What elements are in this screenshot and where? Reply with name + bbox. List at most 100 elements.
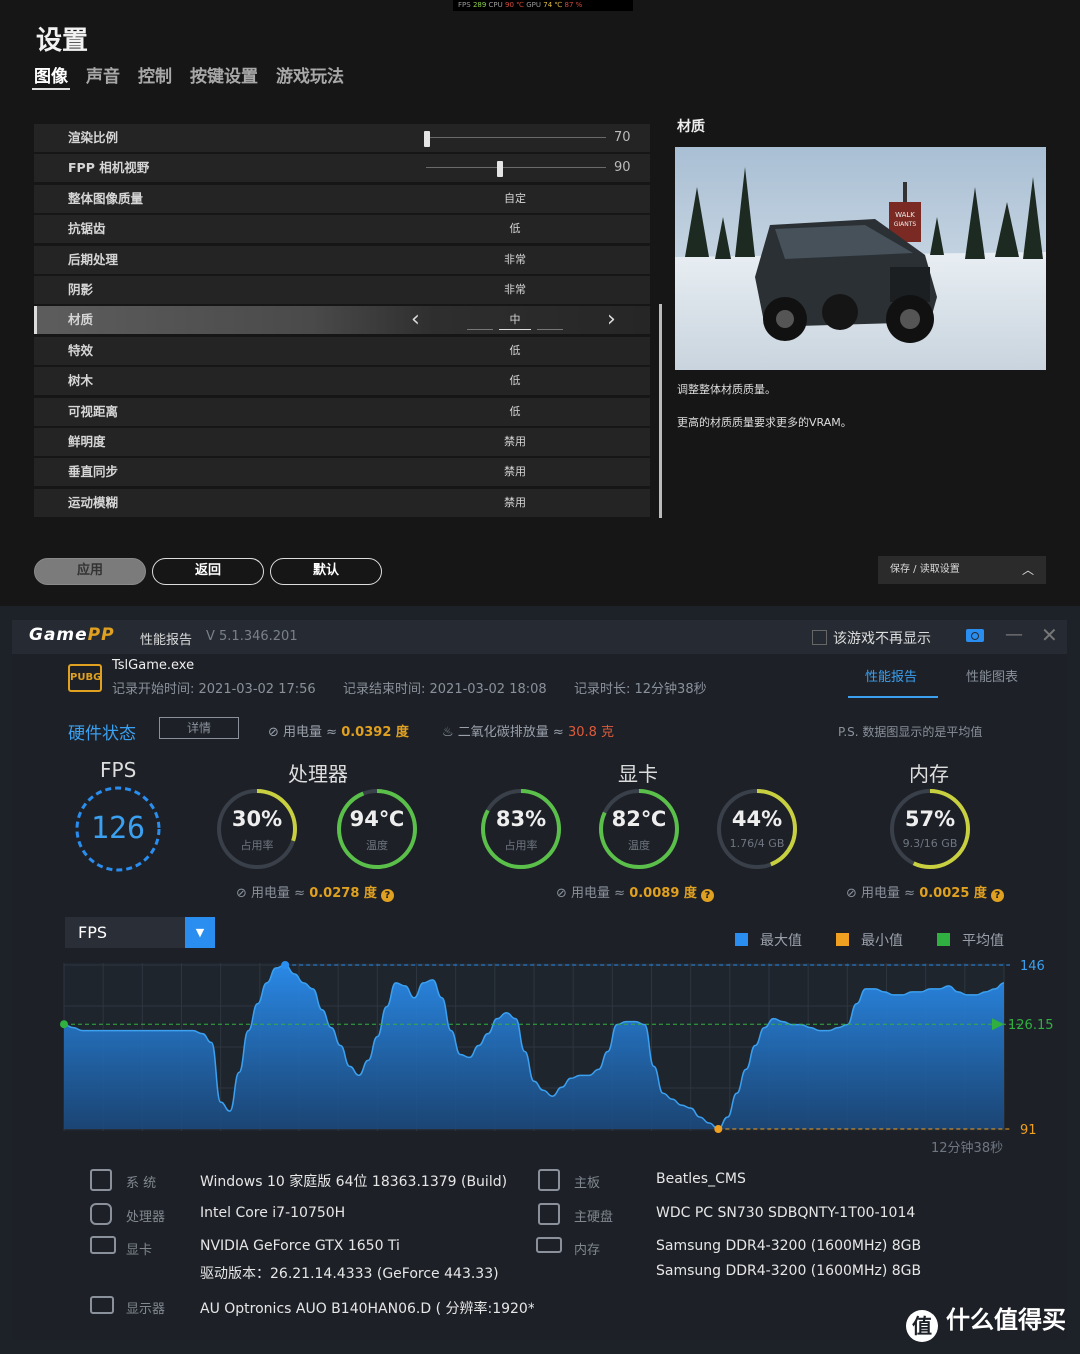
slider-track[interactable] bbox=[426, 137, 606, 138]
apply-button[interactable]: 应用 bbox=[34, 558, 146, 585]
section-gpu: 显卡 bbox=[618, 762, 658, 786]
mb-value: Beatles_CMS bbox=[656, 1171, 746, 1187]
tab-performance-report[interactable]: 性能报告 bbox=[865, 666, 917, 685]
close-icon[interactable]: ✕ bbox=[1041, 623, 1058, 647]
setting-label: FPP 相机视野 bbox=[68, 160, 150, 176]
setting-row[interactable]: 特效 低 bbox=[34, 336, 650, 365]
pubg-logo: PUBG bbox=[68, 664, 102, 692]
dropdown-arrow-icon[interactable]: ▼ bbox=[185, 917, 215, 948]
slider-track[interactable] bbox=[426, 167, 606, 169]
gauge: 57% 9.3/16 GB bbox=[887, 786, 973, 872]
setting-row[interactable]: 后期处理非常低 bbox=[34, 245, 650, 294]
default-button[interactable]: 默认 bbox=[270, 558, 382, 585]
tab-audio[interactable]: 声音 bbox=[86, 62, 120, 90]
camera-icon[interactable] bbox=[966, 629, 984, 642]
save-load-label: 保存 / 读取设置 bbox=[890, 564, 960, 575]
metric-select[interactable]: FPS ▼ bbox=[65, 917, 215, 948]
gpu-icon bbox=[90, 1236, 116, 1254]
setting-label: 鲜明度 bbox=[68, 434, 106, 449]
setting-row[interactable]: 抗锯齿 低 bbox=[34, 215, 650, 244]
gamepp-window: GamePP 性能报告 V 5.1.346.201 该游戏不再显示 — ✕ PU… bbox=[12, 620, 1067, 1340]
setting-label: 后期处理 bbox=[68, 251, 119, 267]
chart-duration: 12分钟38秒 bbox=[931, 1141, 1004, 1156]
chevron-right-icon[interactable]: › bbox=[607, 307, 616, 333]
setting-label: 可视距离 bbox=[68, 403, 119, 419]
cpu-label: CPU bbox=[488, 1, 503, 9]
tab-gameplay[interactable]: 游戏玩法 bbox=[276, 62, 344, 90]
max-label: 146 bbox=[1020, 959, 1045, 974]
dont-show-checkbox[interactable]: 该游戏不再显示 bbox=[812, 628, 931, 648]
avg-label: 126.15 bbox=[1008, 1018, 1054, 1033]
settings-tabs: 图像 声音 控制 按键设置 游戏玩法 bbox=[32, 62, 344, 90]
setting-row[interactable]: 整体图像质量自定义 bbox=[34, 184, 650, 233]
gauge-value: 30% bbox=[231, 807, 283, 831]
setting-value: 禁用 bbox=[504, 465, 526, 479]
mem-power-value: 0.0025 度 bbox=[919, 886, 987, 901]
setting-value: 低 bbox=[509, 374, 521, 388]
setting-row[interactable]: 材质中 ‹ › bbox=[34, 306, 650, 335]
setting-row[interactable]: 渲染比例 70 bbox=[34, 124, 650, 152]
setting-row[interactable]: 树木 低 bbox=[34, 367, 650, 396]
help-icon[interactable]: ? bbox=[380, 889, 394, 902]
slider-thumb[interactable] bbox=[424, 131, 430, 147]
setting-row[interactable]: 阴影非常低 bbox=[34, 276, 650, 324]
watermark-icon: 值 bbox=[906, 1310, 938, 1342]
disk-icon bbox=[538, 1203, 560, 1225]
tab-graphics[interactable]: 图像 bbox=[32, 62, 70, 90]
gauge-sub: 占用率 bbox=[504, 839, 538, 852]
record-start: 记录开始时间: 2021-03-02 17:56 bbox=[112, 682, 316, 697]
gauge-sub: 占用率 bbox=[240, 839, 274, 852]
record-length: 记录时长: 12分钟38秒 bbox=[574, 682, 707, 697]
setting-row[interactable]: 垂直同步 禁用 bbox=[34, 458, 650, 487]
gauge: 82℃ 温度 bbox=[596, 786, 682, 872]
chevron-left-icon[interactable]: ‹ bbox=[411, 307, 420, 333]
watermark-text: 什么值得买 bbox=[946, 1306, 1066, 1334]
slider-value: 70 bbox=[614, 130, 631, 145]
settings-scrollbar[interactable] bbox=[659, 304, 662, 518]
level-indicator bbox=[467, 329, 493, 331]
power-label: 用电量 ≈ bbox=[283, 725, 338, 740]
preview-image: WALK GIANTS bbox=[675, 147, 1046, 370]
mem-power: ⊘ 用电量 ≈ 0.0025 度? bbox=[846, 882, 1004, 902]
setting-row[interactable]: 鲜明度 禁用 bbox=[34, 428, 650, 456]
gauge-value: 44% bbox=[731, 807, 783, 831]
gpu-label: 显卡 bbox=[126, 1243, 153, 1258]
chevron-up-icon: ︿ bbox=[1021, 563, 1034, 577]
title-bar: GamePP 性能报告 V 5.1.346.201 该游戏不再显示 — ✕ bbox=[12, 620, 1067, 654]
save-load-dropdown[interactable]: 保存 / 读取设置 ︿ bbox=[878, 556, 1046, 584]
cpu-temp: 90 ℃ bbox=[505, 1, 525, 9]
gauge-sub: 温度 bbox=[366, 839, 388, 852]
power-info: ⊘ 用电量 ≈ 0.0392 度 bbox=[268, 721, 409, 740]
help-icon[interactable]: ? bbox=[990, 889, 1004, 902]
fps-label: FPS bbox=[458, 1, 471, 9]
minimize-icon[interactable]: — bbox=[1005, 624, 1023, 645]
tab-keybinds[interactable]: 按键设置 bbox=[190, 62, 258, 90]
legend-min-label: 最小值 bbox=[861, 933, 903, 949]
setting-value: 禁用 bbox=[504, 435, 526, 448]
section-memory: 内存 bbox=[909, 762, 949, 786]
logo-pp: PP bbox=[87, 625, 115, 645]
co2-label: 二氧化碳排放量 ≈ bbox=[457, 725, 564, 740]
setting-row[interactable]: 运动模糊 禁用 bbox=[34, 488, 650, 517]
os-value: Windows 10 家庭版 64位 18363.1379 (Build) bbox=[200, 1174, 508, 1190]
slider-thumb[interactable] bbox=[497, 161, 504, 178]
gauge: 94℃ 温度 bbox=[334, 786, 420, 872]
back-button[interactable]: 返回 bbox=[152, 558, 264, 585]
tab-performance-chart[interactable]: 性能图表 bbox=[966, 666, 1018, 685]
gauge-value: 57% bbox=[904, 807, 956, 831]
details-button[interactable]: 详情 bbox=[159, 717, 239, 739]
setting-label: 抗锯齿 bbox=[68, 221, 106, 237]
gauge: 30% 占用率 bbox=[214, 786, 300, 872]
setting-label: 运动模糊 bbox=[68, 494, 119, 510]
setting-row[interactable]: 可视距离 低 bbox=[34, 397, 650, 426]
help-icon[interactable]: ? bbox=[700, 889, 714, 902]
section-fps: FPS bbox=[100, 758, 137, 782]
power-icon: ⊘ bbox=[268, 725, 284, 740]
level-indicator bbox=[499, 329, 531, 331]
cpu-power: ⊘ 用电量 ≈ 0.0278 度? bbox=[236, 882, 394, 902]
cpu-power-value: 0.0278 度 bbox=[309, 886, 377, 901]
setting-row[interactable]: FPP 相机视野 90 bbox=[34, 154, 650, 183]
hardware-status-title: 硬件状态 bbox=[68, 724, 136, 744]
tab-control[interactable]: 控制 bbox=[138, 62, 172, 90]
game-exe: TslGame.exe bbox=[112, 658, 195, 673]
